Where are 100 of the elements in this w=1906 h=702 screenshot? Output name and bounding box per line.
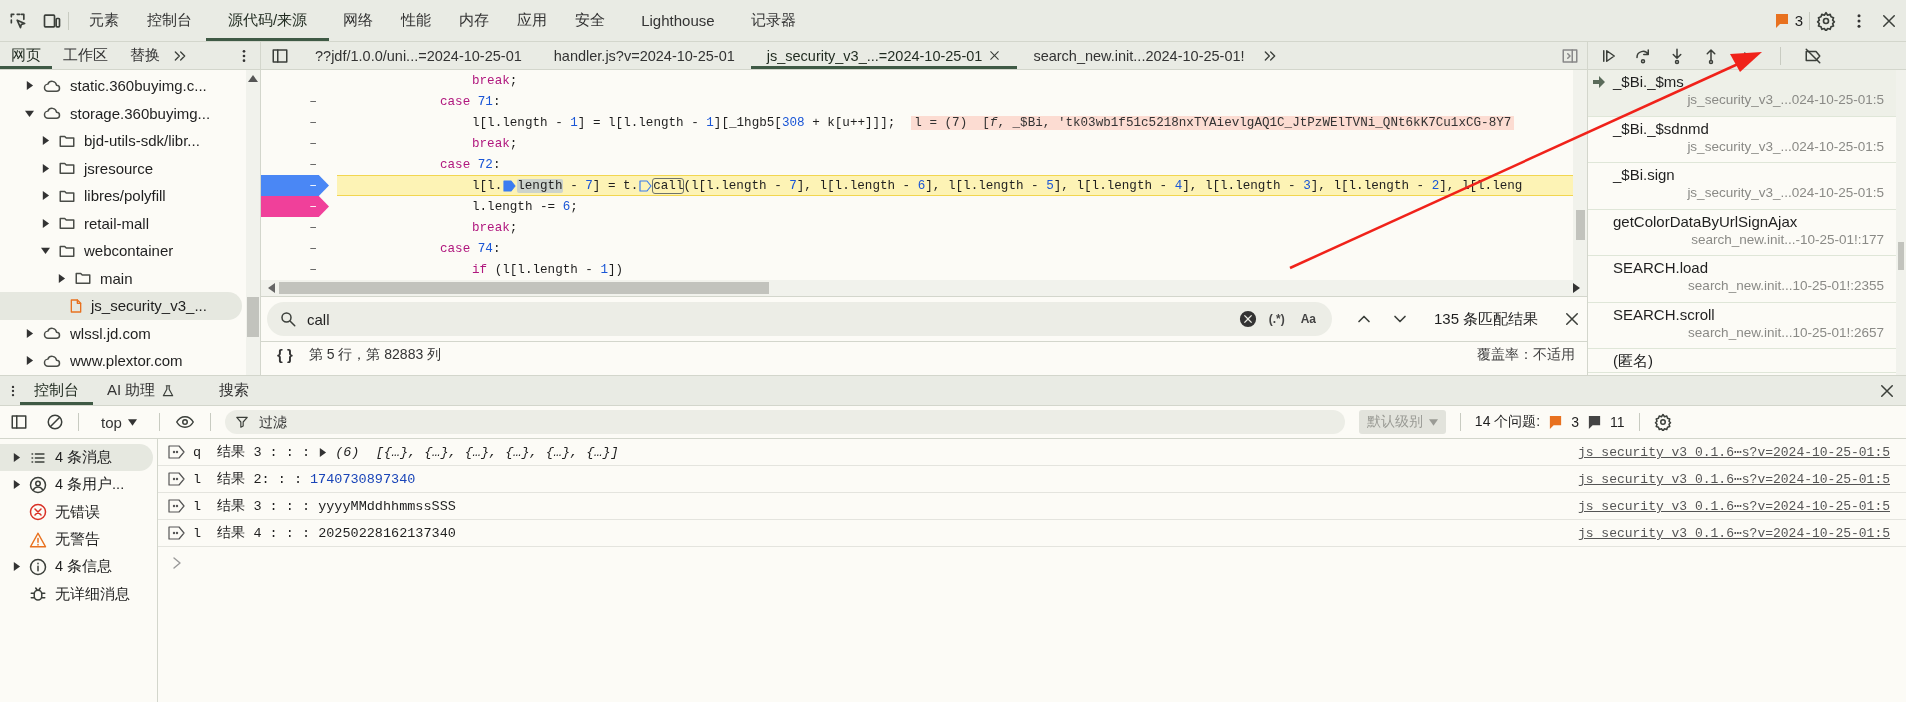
- code-text: l[l.length - 1] = l[l.length - 1][_1hgb5[308 + k[u++]]];: [472, 115, 896, 130]
- code-text: case 74:: [440, 241, 501, 256]
- log-value: yyyyMMddhhmmssSSS: [318, 498, 456, 514]
- drawer-tab[interactable]: 搜索: [189, 376, 280, 405]
- file-tab[interactable]: js_security_v3_...=2024-10-25-01: [750, 42, 1018, 69]
- code-text: if (l[l.length - 1]): [472, 262, 624, 277]
- source-link[interactable]: js_security_v3_0.1.6⋯s?v=2024-10-25-01:5: [1577, 471, 1890, 487]
- tree-item[interactable]: www.plextor.com: [0, 347, 242, 375]
- filter-field[interactable]: 过滤: [256, 413, 1335, 431]
- file-tab[interactable]: handler.js?v=2024-10-25-01: [537, 42, 751, 69]
- tree-item[interactable]: main: [0, 264, 242, 292]
- line-number[interactable]: –: [261, 238, 329, 259]
- expand-triangle-icon: [41, 136, 50, 146]
- issue-count[interactable]: 3: [1571, 414, 1579, 430]
- file-tab[interactable]: search_new.init...2024-10-25-01!: [1017, 42, 1261, 69]
- scrollbar-thumb[interactable]: [1898, 242, 1904, 270]
- pretty-print-button[interactable]: { }: [273, 346, 297, 363]
- tree-item[interactable]: webcontainer: [0, 237, 242, 265]
- line-number[interactable]: –: [261, 217, 329, 238]
- tree-item[interactable]: libres/polyfill: [0, 182, 242, 210]
- close-icon[interactable]: [1563, 310, 1581, 328]
- log-value: 20250228162137340: [318, 525, 456, 541]
- log-value[interactable]: (6) [{…}, {…}, {…}, {…}, {…}, {…}]: [335, 444, 619, 460]
- inline-breakpoint-icon[interactable]: [639, 179, 653, 192]
- call-frame[interactable]: _$Bi._$ms js_security_v3_...024-10-25-01:5: [1588, 70, 1896, 117]
- expand-triangle-icon: [25, 108, 34, 118]
- navigator-tab[interactable]: 网页: [0, 42, 52, 69]
- clear-icon[interactable]: [1238, 310, 1257, 328]
- message-filter-item[interactable]: 无错误: [0, 498, 153, 526]
- line-number[interactable]: –: [261, 91, 329, 112]
- code-text: case 71:: [440, 94, 501, 109]
- info-icon: [29, 557, 47, 576]
- tree-item[interactable]: retail-mall: [0, 209, 242, 237]
- scrollbar-thumb[interactable]: [247, 297, 259, 337]
- panel-tab[interactable]: Lighthouse: [619, 0, 737, 41]
- step-over-icon[interactable]: [1634, 46, 1652, 65]
- file-tab[interactable]: ??jdf/1.0.0/uni...=2024-10-25-01: [299, 42, 538, 69]
- panel-tab[interactable]: 性能: [387, 0, 446, 41]
- line-number[interactable]: –: [261, 196, 329, 217]
- tree-item[interactable]: bjd-utils-sdk/libr...: [0, 127, 242, 155]
- log-tag-icon: [168, 445, 185, 459]
- tree-item[interactable]: static.360buyimg.c...: [0, 72, 242, 100]
- panel-tab[interactable]: 记录器: [736, 0, 810, 41]
- sidebar-toggle-icon[interactable]: [10, 413, 28, 431]
- scrollbar-thumb[interactable]: [279, 282, 769, 294]
- scrollbar-track[interactable]: [1573, 70, 1587, 280]
- match-count: 135 条匹配结果: [1434, 309, 1539, 329]
- issues-label: 14 个问题:: [1474, 413, 1541, 431]
- panel-tab[interactable]: 内存: [445, 0, 504, 41]
- message-filter-item[interactable]: 无警告: [0, 525, 153, 554]
- navigator-tab[interactable]: 替换: [119, 42, 171, 69]
- caret-icon: [1428, 418, 1438, 426]
- context-selector[interactable]: top: [93, 410, 145, 434]
- settings-icon[interactable]: [1653, 413, 1672, 431]
- filter-bar[interactable]: 过滤: [224, 410, 1345, 434]
- navigator-tab[interactable]: 工作区: [52, 42, 119, 69]
- source-link[interactable]: js_security_v3_0.1.6⋯s?v=2024-10-25-01:5: [1577, 525, 1890, 541]
- line-number[interactable]: –: [261, 112, 329, 133]
- settings-icon[interactable]: [1816, 10, 1836, 31]
- flask-icon: [161, 383, 176, 398]
- deactivate-breakpoints-icon[interactable]: [1803, 46, 1823, 65]
- tree-item[interactable]: storage.360buyimg...: [0, 99, 242, 127]
- regex-toggle[interactable]: (.*): [1264, 312, 1289, 326]
- source-link[interactable]: js_security_v3_0.1.6⋯s?v=2024-10-25-01:5: [1577, 498, 1890, 514]
- clear-console-icon[interactable]: [46, 413, 64, 431]
- line-number[interactable]: –: [261, 154, 329, 175]
- tree-item[interactable]: js_security_v3_...: [0, 292, 242, 320]
- source-link[interactable]: js_security_v3_0.1.6⋯s?v=2024-10-25-01:5: [1577, 444, 1890, 460]
- drawer-tab[interactable]: AI 助理: [93, 376, 190, 405]
- search-field[interactable]: call: [305, 309, 1231, 329]
- eye-icon[interactable]: [173, 413, 196, 431]
- panel-tab[interactable]: 元素: [75, 0, 133, 41]
- panel-tab[interactable]: 安全: [561, 0, 620, 41]
- message-filter-item[interactable]: 4 条用户...: [0, 471, 153, 499]
- expand-triangle-icon: [25, 81, 34, 91]
- tree-item[interactable]: wlssl.jd.com: [0, 319, 242, 347]
- message-filter-item[interactable]: 无详细消息: [0, 580, 153, 608]
- issue-count[interactable]: 3: [1794, 12, 1803, 29]
- panel-tab[interactable]: 应用: [503, 0, 562, 41]
- code-text: l[l.: [472, 178, 503, 193]
- message-filter-item[interactable]: 4 条消息: [0, 444, 153, 472]
- panel-tab[interactable]: 控制台: [133, 0, 206, 41]
- panel-tab[interactable]: 网络: [329, 0, 388, 41]
- scrollbar-track[interactable]: [1896, 70, 1906, 375]
- code-text: - 7] = t.: [569, 178, 639, 193]
- call-frame[interactable]: (匿名): [1588, 349, 1896, 373]
- line-number[interactable]: –: [261, 133, 329, 154]
- message-count[interactable]: 11: [1610, 414, 1625, 430]
- line-number[interactable]: –: [261, 259, 329, 280]
- scrollbar-thumb[interactable]: [1575, 210, 1585, 240]
- scrollbar-track[interactable]: [261, 280, 1587, 296]
- search-bar[interactable]: call (.*) Aa: [267, 302, 1332, 336]
- match-case-toggle[interactable]: Aa: [1296, 312, 1320, 326]
- tree-item[interactable]: jsresource: [0, 154, 242, 182]
- inline-breakpoint-icon[interactable]: [503, 179, 517, 192]
- close-icon[interactable]: [988, 49, 1002, 62]
- message-filter-item[interactable]: 4 条信息: [0, 553, 153, 581]
- scrollbar-track[interactable]: [246, 70, 260, 375]
- sidebar-toggle-icon[interactable]: [271, 46, 289, 65]
- debugger-toggle-icon[interactable]: [1561, 46, 1579, 65]
